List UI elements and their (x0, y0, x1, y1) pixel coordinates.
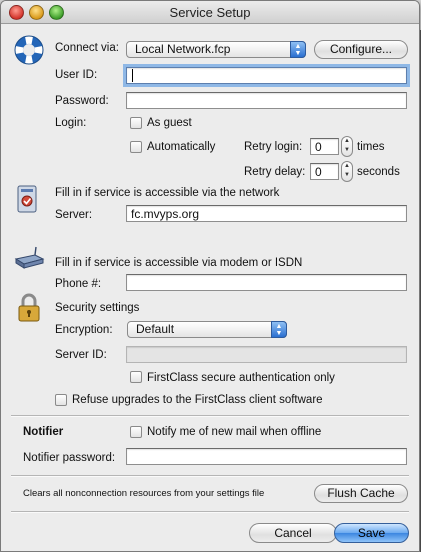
notify-offline-checkbox[interactable] (130, 426, 142, 438)
encryption-label: Encryption: (55, 324, 113, 336)
retry-delay-stepper[interactable]: ▲ ▼ (341, 161, 353, 182)
server-field[interactable]: fc.mvyps.org (126, 205, 407, 222)
secure-auth-label: FirstClass secure authentication only (147, 372, 335, 384)
separator (11, 475, 409, 477)
secure-auth-checkbox[interactable] (130, 371, 142, 383)
network-heading: Fill in if service is accessible via the… (55, 187, 280, 199)
phone-label: Phone #: (55, 278, 102, 290)
password-label: Password: (55, 95, 109, 107)
lock-icon (18, 293, 40, 322)
connect-via-value: Local Network.fcp (135, 42, 231, 56)
refuse-upgrades-checkbox[interactable] (55, 394, 67, 406)
modem-icon (14, 246, 45, 269)
retry-login-label: Retry login: (244, 141, 303, 153)
refuse-upgrades-label: Refuse upgrades to the FirstClass client… (72, 394, 323, 406)
network-server-icon (17, 185, 37, 213)
service-setup-window: Service Setup Connect via: Local Network… (0, 0, 420, 552)
user-id-field[interactable] (126, 67, 407, 84)
automatically-label: Automatically (147, 141, 216, 153)
retry-delay-field[interactable]: 0 (310, 163, 339, 180)
configure-button[interactable]: Configure... (314, 40, 408, 59)
login-label: Login: (55, 117, 87, 129)
text-cursor (132, 69, 133, 82)
popup-arrows-icon: ▲ ▼ (290, 41, 306, 58)
separator (11, 415, 409, 417)
title-bar: Service Setup (1, 1, 419, 24)
modem-heading: Fill in if service is accessible via mod… (55, 257, 303, 269)
password-field[interactable] (126, 92, 407, 109)
server-id-field[interactable] (126, 346, 407, 363)
flush-cache-description: Clears all nonconnection resources from … (23, 488, 265, 499)
notifier-password-field[interactable] (126, 448, 407, 465)
retry-delay-label: Retry delay: (244, 166, 306, 178)
window-title: Service Setup (169, 5, 251, 20)
cancel-button[interactable]: Cancel (249, 523, 337, 543)
flush-cache-button[interactable]: Flush Cache (314, 484, 408, 503)
separator (11, 511, 409, 513)
retry-login-stepper[interactable]: ▲ ▼ (341, 136, 353, 157)
encryption-popup[interactable]: Default ▲ ▼ (127, 321, 287, 338)
retry-login-unit: times (357, 141, 385, 153)
lifebuoy-icon (14, 35, 44, 65)
security-heading: Security settings (55, 302, 140, 314)
as-guest-checkbox[interactable] (130, 117, 142, 129)
notifier-heading: Notifier (23, 426, 64, 438)
encryption-value: Default (136, 322, 175, 336)
notify-offline-label: Notify me of new mail when offline (147, 426, 322, 438)
server-id-label: Server ID: (55, 349, 107, 361)
notifier-password-label: Notifier password: (23, 452, 116, 464)
server-label: Server: (55, 209, 93, 221)
save-button[interactable]: Save (334, 523, 409, 543)
automatically-checkbox[interactable] (130, 141, 142, 153)
retry-login-field[interactable]: 0 (310, 138, 339, 155)
as-guest-label: As guest (147, 117, 192, 129)
user-id-label: User ID: (55, 69, 98, 81)
connect-via-popup[interactable]: Local Network.fcp ▲ ▼ (126, 41, 306, 58)
retry-delay-unit: seconds (357, 166, 400, 178)
connect-via-label: Connect via: (55, 42, 119, 54)
phone-field[interactable] (126, 274, 407, 291)
popup-arrows-icon: ▲ ▼ (271, 321, 287, 338)
